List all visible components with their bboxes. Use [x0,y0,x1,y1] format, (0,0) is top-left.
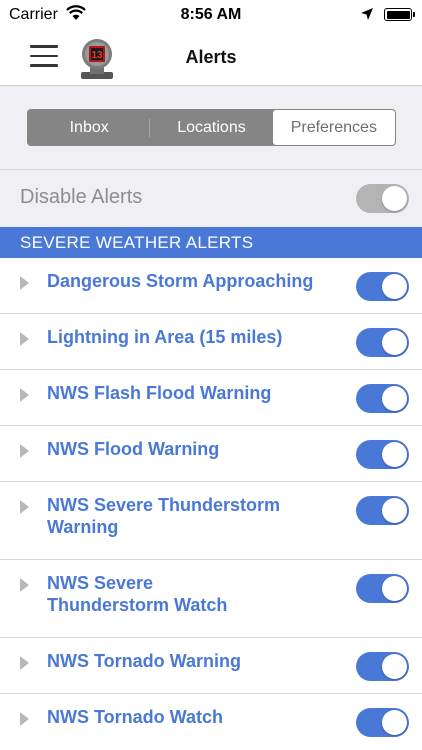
clock: 8:56 AM [180,6,242,23]
tab-locations[interactable]: Locations [150,110,272,145]
alert-label: NWS Severe Thunderstorm Warning [47,495,281,537]
section-header: SEVERE WEATHER ALERTS [0,227,422,258]
alert-label: Dangerous Storm Approaching [47,271,314,291]
toggle-knob [382,654,407,679]
alert-toggle[interactable] [356,328,409,357]
list-item[interactable]: NWS Severe Thunderstorm Warning [0,482,422,560]
list-item[interactable]: Lightning in Area (15 miles) [0,314,422,370]
alert-label: NWS Flood Warning [47,439,220,459]
alert-toggle[interactable] [356,708,409,737]
disable-alerts-label: Disable Alerts [20,186,143,208]
page-title: Alerts [185,47,237,67]
alert-label: NWS Tornado Warning [47,651,241,671]
alert-label: Lightning in Area (15 miles) [47,327,283,347]
toggle-knob [382,330,407,355]
disclosure-triangle-icon[interactable] [20,500,29,514]
list-item[interactable]: NWS Flood Warning [0,426,422,482]
segment-area: Inbox Locations Preferences [0,86,422,170]
toggle-knob [382,498,407,523]
disclosure-triangle-icon[interactable] [20,444,29,458]
disclosure-triangle-icon[interactable] [20,332,29,346]
toggle-knob [382,274,407,299]
toggle-knob [382,186,407,211]
alert-label: NWS Tornado Watch [47,707,223,727]
battery-icon [384,8,415,21]
disclosure-triangle-icon[interactable] [20,276,29,290]
location-arrow-icon [361,8,373,20]
toggle-knob [382,576,407,601]
toggle-knob [382,710,407,735]
section-title: SEVERE WEATHER ALERTS [20,233,254,252]
tab-preferences[interactable]: Preferences [272,110,395,145]
disable-alerts-toggle[interactable] [356,184,409,213]
disable-alerts-row: Disable Alerts [0,170,422,227]
list-item[interactable]: NWS Tornado Warning [0,638,422,694]
alert-toggle[interactable] [356,384,409,413]
disclosure-triangle-icon[interactable] [20,656,29,670]
list-item[interactable]: Dangerous Storm Approaching [0,258,422,314]
toggle-knob [382,386,407,411]
disclosure-triangle-icon[interactable] [20,578,29,592]
toggle-knob [382,442,407,467]
alert-toggle[interactable] [356,440,409,469]
tab-inbox[interactable]: Inbox [28,110,151,145]
alert-toggle[interactable] [356,496,409,525]
list-item[interactable]: NWS Severe Thunderstorm Watch [0,560,422,638]
status-bar: Carrier 8:56 AM [0,0,422,30]
list-item[interactable]: NWS Tornado Watch [0,694,422,750]
list-item[interactable]: NWS Flash Flood Warning [0,370,422,426]
disclosure-triangle-icon[interactable] [20,388,29,402]
alert-toggle[interactable] [356,272,409,301]
alert-label: NWS Severe Thunderstorm Watch [47,573,228,615]
alert-toggle[interactable] [356,652,409,681]
alert-label: NWS Flash Flood Warning [47,383,272,403]
segmented-control: Inbox Locations Preferences [27,109,396,146]
alert-toggle[interactable] [356,574,409,603]
nav-bar: 13 Alerts [0,30,422,86]
disclosure-triangle-icon[interactable] [20,712,29,726]
